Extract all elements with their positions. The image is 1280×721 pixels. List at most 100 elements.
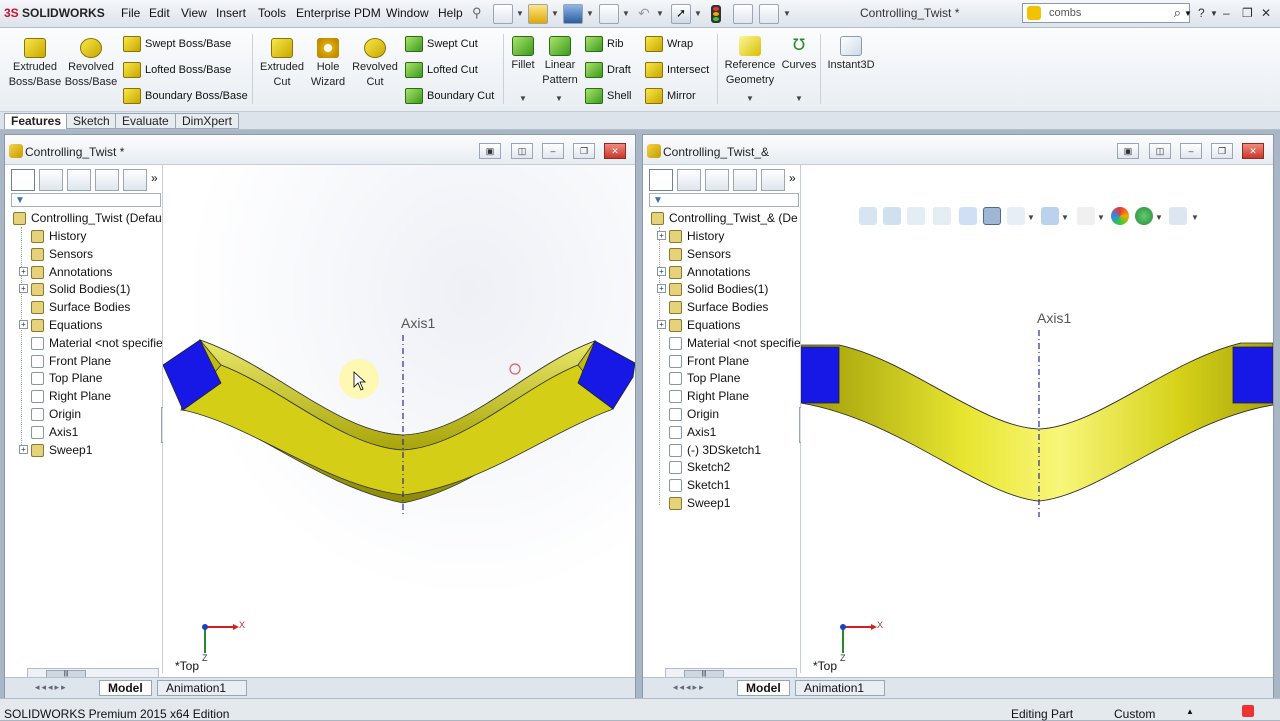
property-manager-tab-icon[interactable] — [39, 169, 63, 191]
tree-item[interactable]: Top Plane — [669, 369, 800, 387]
more-tabs-icon[interactable]: » — [789, 171, 796, 185]
chevron-down-icon[interactable]: ▼ — [795, 94, 803, 103]
chevron-down-icon[interactable]: ▼ — [1155, 213, 1163, 222]
scene-icon[interactable] — [1135, 207, 1153, 225]
options-icon[interactable] — [759, 4, 779, 24]
dimxpert-manager-tab-icon[interactable] — [95, 169, 119, 191]
tree-item[interactable]: Right Plane — [31, 387, 162, 405]
instant3d-button[interactable]: Instant3D — [824, 36, 878, 73]
zoom-to-fit-icon[interactable] — [859, 207, 877, 225]
tab-scroll-arrows-icon[interactable]: ◂◂◂▸▸ — [35, 682, 68, 693]
solidworks-logo[interactable]: 3S SOLIDWORKS — [4, 6, 105, 20]
chevron-down-icon[interactable]: ▼ — [1061, 213, 1069, 222]
undo-icon[interactable]: ↶ — [638, 5, 650, 22]
tree-root-part[interactable]: Controlling_Twist (Defau — [13, 209, 162, 227]
previous-view-icon[interactable] — [907, 207, 925, 225]
tile-window-button[interactable]: ▣ — [1117, 143, 1139, 159]
menu-insert[interactable]: Insert — [216, 6, 246, 20]
feature-tree-tab-icon[interactable] — [11, 169, 35, 191]
graphics-viewport-left[interactable]: Axis1 X Z *Top — [163, 165, 635, 675]
rib-button[interactable]: Rib — [583, 34, 624, 54]
configuration-manager-tab-icon[interactable] — [67, 169, 91, 191]
feature-tree-tab-icon[interactable] — [649, 169, 673, 191]
menu-help[interactable]: Help — [438, 6, 463, 20]
chevron-down-icon[interactable]: ▼ — [516, 9, 526, 29]
tab-model[interactable]: Model — [737, 680, 790, 696]
linear-pattern-button[interactable]: Linear Pattern — [540, 36, 580, 88]
chevron-down-icon[interactable]: ▼ — [622, 9, 632, 29]
menu-enterprise-pdm[interactable]: Enterprise PDM — [296, 6, 381, 20]
tree-item[interactable]: + Solid Bodies(1) — [657, 280, 800, 298]
save-icon[interactable] — [563, 4, 583, 24]
help-icon[interactable]: ? — [1198, 6, 1205, 20]
display-style-icon[interactable] — [1007, 207, 1025, 225]
tree-item[interactable]: History — [31, 227, 162, 245]
right-document-window[interactable]: Controlling_Twist_& ▣ ◫ – ❐ ✕ » ▼ Contro… — [642, 134, 1274, 699]
tile-window-button[interactable]: ▣ — [479, 143, 501, 159]
minimize-window-button[interactable]: – — [542, 143, 564, 159]
tab-evaluate[interactable]: Evaluate — [115, 113, 176, 129]
fillet-button[interactable]: Fillet — [508, 36, 538, 73]
swept-cut-button[interactable]: Swept Cut — [403, 34, 478, 54]
reference-geometry-button[interactable]: Reference Geometry — [722, 36, 778, 88]
tree-item[interactable]: Origin — [31, 405, 162, 423]
tree-item[interactable]: + Annotations — [657, 263, 800, 281]
tree-item[interactable]: Axis1 — [31, 423, 162, 441]
tree-item[interactable]: (-) 3DSketch1 — [669, 441, 800, 459]
tree-item[interactable]: Top Plane — [31, 369, 162, 387]
apply-scene-icon[interactable] — [1111, 207, 1129, 225]
tree-item[interactable]: Sketch2 — [669, 458, 800, 476]
tree-item[interactable]: Material <not specifie — [31, 334, 162, 352]
section-view-icon[interactable] — [933, 207, 951, 225]
expand-icon[interactable]: + — [19, 320, 28, 329]
tree-item[interactable]: + Solid Bodies(1) — [19, 280, 162, 298]
menu-edit[interactable]: Edit — [149, 6, 170, 20]
rebuild-status-icon[interactable] — [1242, 705, 1254, 717]
chevron-down-icon[interactable]: ▼ — [1184, 9, 1192, 18]
menu-view[interactable]: View — [181, 6, 207, 20]
chevron-down-icon[interactable]: ▼ — [551, 9, 561, 29]
tree-item[interactable]: Sketch1 — [669, 476, 800, 494]
minimize-button[interactable]: – — [1223, 6, 1230, 20]
zoom-to-area-icon[interactable] — [883, 207, 901, 225]
chevron-up-icon[interactable]: ▲ — [1186, 707, 1194, 716]
chevron-down-icon[interactable]: ▼ — [519, 94, 527, 103]
tree-item[interactable]: Right Plane — [669, 387, 800, 405]
restore-button[interactable]: ❐ — [1242, 6, 1253, 20]
chevron-down-icon[interactable]: ▼ — [694, 9, 704, 29]
extruded-cut-button[interactable]: Extruded Cut — [258, 38, 306, 90]
file-properties-icon[interactable] — [733, 4, 753, 24]
configuration-manager-tab-icon[interactable] — [705, 169, 729, 191]
curves-button[interactable]: ℧ Curves — [780, 36, 818, 73]
new-document-icon[interactable] — [493, 4, 513, 24]
tree-item[interactable]: + Annotations — [19, 263, 162, 281]
shell-button[interactable]: Shell — [583, 86, 631, 106]
display-manager-tab-icon[interactable] — [761, 169, 785, 191]
hide-show-items-icon[interactable] — [1041, 207, 1059, 225]
revolved-boss-button[interactable]: Revolved Boss/Base — [64, 38, 118, 90]
left-document-window[interactable]: Controlling_Twist * ▣ ◫ – ❐ ✕ » ▼ Contro… — [4, 134, 636, 699]
minimize-window-button[interactable]: – — [1180, 143, 1202, 159]
tree-filter-input[interactable]: ▼ — [11, 193, 161, 207]
select-arrow-icon[interactable]: ➚ — [671, 4, 691, 24]
display-manager-tab-icon[interactable] — [123, 169, 147, 191]
boundary-boss-button[interactable]: Boundary Boss/Base — [121, 86, 248, 106]
tree-item[interactable]: Sensors — [31, 245, 162, 263]
open-folder-icon[interactable] — [528, 4, 548, 24]
draft-button[interactable]: Draft — [583, 60, 631, 80]
tab-animation1[interactable]: Animation1 — [157, 680, 247, 696]
expand-icon[interactable]: + — [657, 320, 666, 329]
expand-icon[interactable]: + — [657, 266, 666, 276]
tree-item[interactable]: + History — [657, 227, 800, 245]
expand-icon[interactable]: + — [19, 266, 28, 276]
tree-item[interactable]: Sweep1 — [669, 494, 800, 512]
close-window-button[interactable]: ✕ — [1242, 143, 1264, 159]
close-button[interactable]: ✕ — [1261, 6, 1271, 20]
rebuild-traffic-light-icon[interactable] — [711, 5, 721, 23]
search-input[interactable]: combs ⌕ — [1022, 3, 1190, 23]
menu-window[interactable]: Window — [386, 6, 429, 20]
mirror-button[interactable]: Mirror — [643, 86, 696, 106]
graphics-viewport-right[interactable]: Axis1 ▼ ▼ ▼ ▼ ▼ X Z *Top — [801, 165, 1273, 675]
tree-filter-input[interactable]: ▼ — [649, 193, 799, 207]
tree-item[interactable]: + Equations — [657, 316, 800, 334]
